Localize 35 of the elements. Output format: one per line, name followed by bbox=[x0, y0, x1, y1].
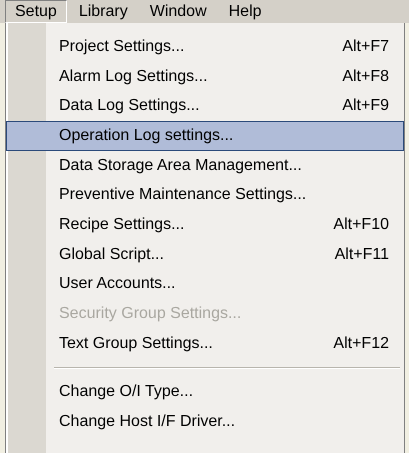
menu-item-label: Global Script... bbox=[59, 246, 165, 264]
menu-item[interactable]: Text Group Settings... Alt+F12 bbox=[6, 328, 404, 359]
menu-item-label: Project Settings... bbox=[59, 38, 186, 56]
menu-item[interactable]: Project Settings... Alt+F7 bbox=[6, 32, 404, 62]
menu-item[interactable]: Data Log Settings... Alt+F9 bbox=[6, 91, 404, 122]
menu-item[interactable]: Global Script... Alt+F11 bbox=[6, 240, 404, 270]
menu-item-label: Recipe Settings... bbox=[59, 216, 186, 234]
menu-item-label: Text Group Settings... bbox=[59, 334, 214, 353]
shortcut-label: Alt+F9 bbox=[342, 97, 390, 116]
menu-item[interactable]: Change Host I/F Driver... bbox=[6, 407, 404, 437]
menu-item-label: Operation Log settings... bbox=[59, 126, 234, 145]
shortcut-label: Alt+F10 bbox=[333, 216, 390, 234]
menu-item-label: Data Log Settings... bbox=[59, 97, 201, 116]
menu-bar-item[interactable]: Setup bbox=[5, 0, 67, 23]
menu-item[interactable]: Change O/I Type... bbox=[6, 378, 404, 408]
menu-item-label: Security Group Settings... bbox=[59, 305, 242, 324]
menu-item-label: Alarm Log Settings... bbox=[59, 68, 209, 86]
shortcut-label: Alt+F11 bbox=[334, 246, 390, 264]
menu-bar-item[interactable]: Library bbox=[68, 0, 138, 23]
menu-item[interactable]: Data Storage Area Management... bbox=[6, 150, 404, 180]
menu-item-label: Change Host I/F Driver... bbox=[59, 413, 236, 432]
menu-item[interactable]: Recipe Settings... Alt+F10 bbox=[6, 210, 404, 240]
shortcut-label: Alt+F7 bbox=[342, 38, 390, 56]
menu-item[interactable]: Operation Log settings... bbox=[6, 121, 404, 151]
menu-bar-item[interactable]: Help bbox=[218, 0, 272, 23]
shortcut-label: Alt+F8 bbox=[342, 68, 390, 86]
shortcut-label: Alt+F12 bbox=[333, 334, 390, 353]
menu-item-label: Change O/I Type... bbox=[59, 383, 194, 402]
menu-item-label: Data Storage Area Management... bbox=[59, 156, 303, 175]
menu-bar-item[interactable]: Window bbox=[140, 0, 217, 23]
menu-item-label: Preventive Maintenance Settings... bbox=[59, 186, 308, 204]
menu-item[interactable]: Alarm Log Settings... Alt+F8 bbox=[6, 62, 404, 92]
menu-item[interactable]: Preventive Maintenance Settings... bbox=[6, 180, 404, 210]
menu-item-label: User Accounts... bbox=[59, 275, 176, 294]
menu-item[interactable]: User Accounts... bbox=[6, 270, 404, 300]
